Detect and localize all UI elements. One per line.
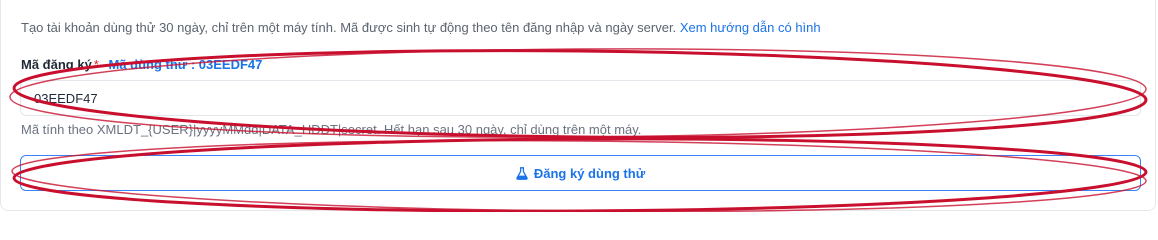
field-label-row: Mã đăng ký * Mã dùng thử : 03EEDF47 [21, 57, 262, 72]
trial-code-hint-code: 03EEDF47 [198, 57, 263, 72]
trial-code-hint-prefix: Mã dùng thử : [108, 57, 199, 72]
code-help-text: Mã tính theo XMLDT_{USER}|yyyyMMdd|DATA_… [21, 122, 642, 137]
required-mark: * [93, 57, 99, 72]
register-trial-button[interactable]: Đăng ký dùng thử [20, 155, 1141, 191]
intro-text: Tạo tài khoản dùng thử 30 ngày, chỉ trên… [21, 20, 821, 35]
intro-description: Tạo tài khoản dùng thử 30 ngày, chỉ trên… [21, 20, 677, 35]
registration-card: Tạo tài khoản dùng thử 30 ngày, chỉ trên… [0, 0, 1156, 211]
trial-registration-page: Tạo tài khoản dùng thử 30 ngày, chỉ trên… [0, 0, 1158, 212]
registration-code-label: Mã đăng ký [21, 57, 92, 72]
register-trial-button-label: Đăng ký dùng thử [533, 165, 646, 181]
guide-link[interactable]: Xem hướng dẫn có hình [680, 20, 821, 35]
registration-code-input[interactable] [20, 80, 1141, 116]
flask-icon [516, 166, 528, 180]
trial-code-hint: Mã dùng thử : 03EEDF47 [108, 57, 262, 72]
